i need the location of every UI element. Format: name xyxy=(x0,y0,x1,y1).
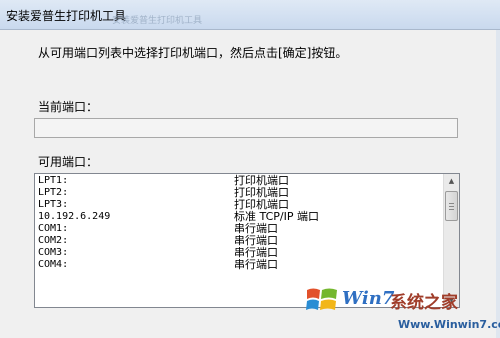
watermark-brand: Win7 xyxy=(342,288,395,309)
watermark: Win7 系统之家 Www.Winwin7.com xyxy=(302,276,500,338)
list-item[interactable]: COM4: 串行端口 xyxy=(35,259,443,271)
port-name: COM2: xyxy=(38,235,69,246)
port-name: LPT2: xyxy=(38,187,69,198)
scroll-thumb[interactable] xyxy=(445,191,458,221)
port-name: COM4: xyxy=(38,259,69,270)
scroll-up-arrow-icon[interactable]: ▲ xyxy=(444,174,459,188)
port-name: 10.192.6.249 xyxy=(38,211,111,222)
current-port-field xyxy=(34,118,458,138)
available-ports-label: 可用端口： xyxy=(38,155,99,169)
instruction-text: 从可用端口列表中选择打印机端口，然后点击[确定]按钮。 xyxy=(38,46,348,60)
watermark-url: Www.Winwin7.com xyxy=(398,318,500,331)
windows-logo-icon xyxy=(306,288,337,310)
port-name: COM1: xyxy=(38,223,69,234)
ghost-title: 安装爱普生打印机工具 xyxy=(112,16,203,26)
title-bar[interactable]: 安装爱普生打印机工具 安装爱普生打印机工具 xyxy=(0,0,500,30)
window-title: 安装爱普生打印机工具 xyxy=(6,9,127,23)
watermark-cn: 系统之家 xyxy=(390,293,458,313)
current-port-label: 当前端口： xyxy=(38,100,99,114)
port-name: COM3: xyxy=(38,247,69,258)
port-name: LPT1: xyxy=(38,175,69,186)
port-name: LPT3: xyxy=(38,199,69,210)
port-description: 串行端口 xyxy=(234,258,278,271)
